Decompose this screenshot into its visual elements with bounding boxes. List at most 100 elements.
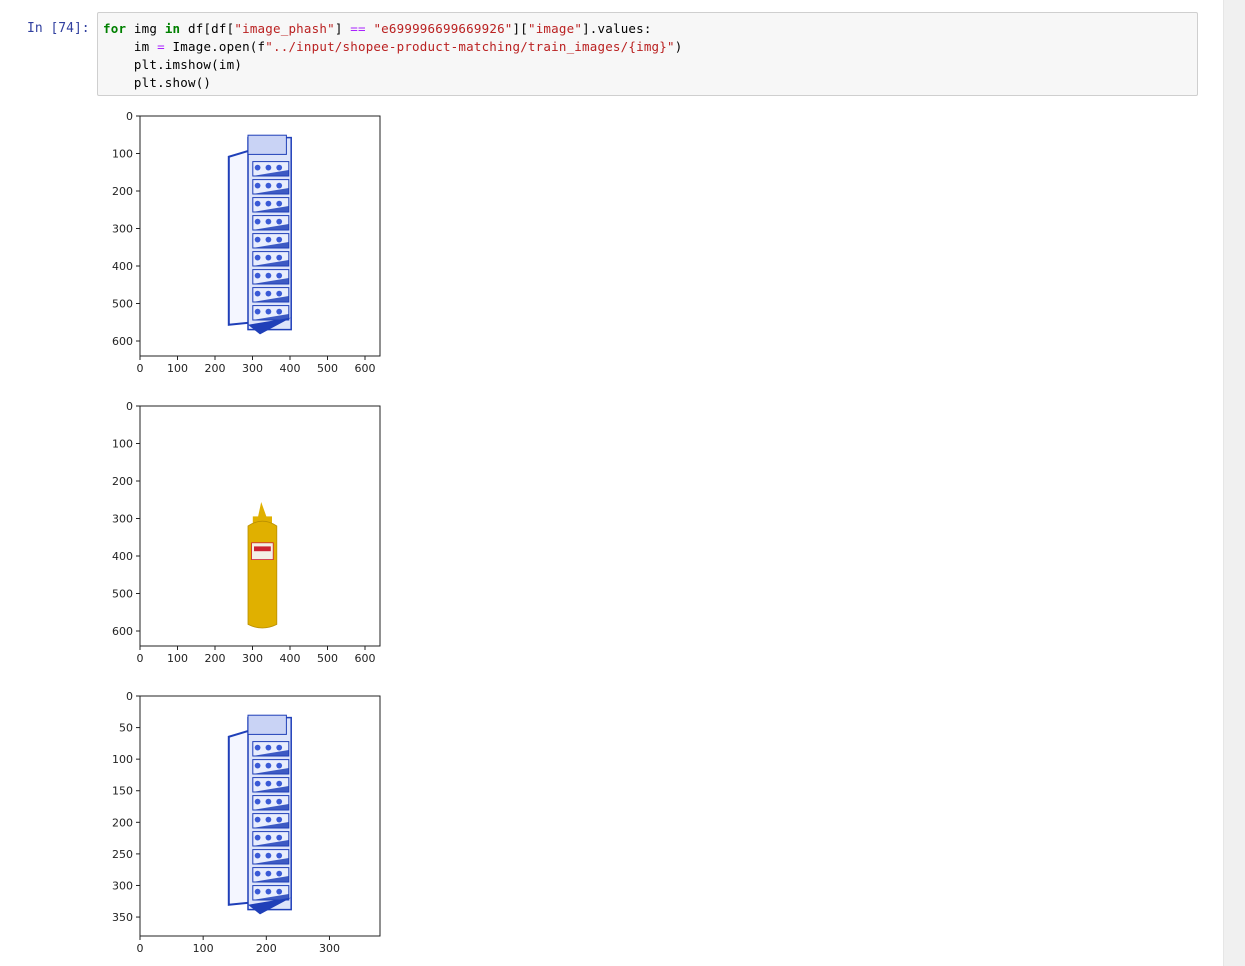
rack-pattern-dot [265,254,272,261]
rack-pattern-dot [254,852,261,859]
y-tick-label: 400 [112,260,133,273]
code-cell[interactable]: for img in df[df["image_phash"] == "e699… [97,12,1198,96]
image-content [227,134,292,335]
code-token: df[df[ [180,21,235,36]
rack-pattern-dot [276,308,283,315]
rack-pattern-dot [276,164,283,171]
rack-pattern-dot [265,888,272,895]
rack-pattern-dot [276,200,283,207]
rack-pattern-dot [276,218,283,225]
y-tick-label: 100 [112,753,133,766]
rack-pattern-dot [265,852,272,859]
x-tick-label: 100 [167,362,188,375]
y-tick-label: 50 [119,722,133,735]
rack-pattern-dot [254,308,261,315]
y-tick-label: 500 [112,298,133,311]
y-tick-label: 250 [112,848,133,861]
rack-pattern-dot [254,762,261,769]
y-tick-label: 300 [112,513,133,526]
x-tick-label: 300 [319,942,340,955]
rack-pattern-dot [265,870,272,877]
rack-pattern-dot [265,816,272,823]
rack-pattern-dot [265,182,272,189]
code-token: im [103,39,158,54]
rack-pattern-dot [254,744,261,751]
y-tick-label: 0 [126,690,133,703]
x-tick-label: 400 [280,362,301,375]
rack-top [247,714,287,735]
x-tick-label: 0 [137,362,144,375]
code-token: ] [334,21,351,36]
y-tick-label: 600 [112,335,133,348]
y-tick-label: 200 [112,185,133,198]
rack-pattern-dot [265,744,272,751]
code-token: plt.show() [103,75,212,90]
rack-pattern-dot [254,816,261,823]
code-token: img [126,21,165,36]
code-token: Image.open(f [164,39,266,54]
code-token: ].values: [582,21,652,36]
x-tick-label: 300 [242,652,263,665]
x-tick-label: 100 [193,942,214,955]
rack-pattern-dot [254,272,261,279]
rack-pattern-dot [265,164,272,171]
code-string: "e699996699669926" [373,21,513,36]
y-tick-label: 300 [112,223,133,236]
code-line: plt.show() [103,74,682,92]
y-tick-label: 500 [112,588,133,601]
y-tick-label: 300 [112,879,133,892]
rack-pattern-dot [265,780,272,787]
rack-pattern-dot [276,182,283,189]
rack-pattern-dot [265,218,272,225]
cell-prompt: In [74]: [27,21,90,36]
output-figure: 0 100 200 300 400 500 600 0 100 200 300 400 500 600 [112,110,381,375]
rack-pattern-dot [265,290,272,297]
y-tick-label: 0 [126,110,133,123]
x-tick-label: 600 [355,652,376,665]
x-tick-label: 0 [137,942,144,955]
code-operator: = [157,39,165,54]
x-tick-label: 500 [317,362,338,375]
rack-pattern-dot [254,254,261,261]
bottle-label-band [254,546,271,552]
rack-pattern-dot [276,852,283,859]
image-content [227,714,292,915]
code-token: plt.imshow(im) [103,57,243,72]
rack-pattern-dot [276,762,283,769]
code-string: "image" [527,21,583,36]
page-scrollbar[interactable] [1223,0,1245,966]
notebook-page: In [74]: for img in df[df["image_phash"]… [0,0,1245,966]
rack-pattern-dot [265,762,272,769]
code-operator: == [350,21,366,36]
rack-pattern-dot [276,888,283,895]
output-figure: 0 100 200 300 400 500 600 0 100 200 300 400 500 600 [112,400,381,665]
rack-pattern-dot [276,236,283,243]
rack-pattern-dot [265,272,272,279]
rack-pattern-dot [254,236,261,243]
rack-pattern-dot [265,834,272,841]
code-line: plt.imshow(im) [103,56,682,74]
x-tick-label: 500 [317,652,338,665]
y-tick-label: 200 [112,475,133,488]
rack-pattern-dot [254,218,261,225]
rack-pattern-dot [254,290,261,297]
code-editor[interactable]: for img in df[df["image_phash"] == "e699… [103,20,682,92]
rack-pattern-dot [254,182,261,189]
rack-pattern-dot [254,888,261,895]
y-tick-label: 0 [126,400,133,413]
y-tick-label: 400 [112,550,133,563]
y-tick-label: 100 [112,148,133,161]
output-figure: 0 100 200 300 0 50 100 150 200 250 300 350 [112,690,381,955]
y-tick-label: 350 [112,911,133,924]
rack-pattern-dot [254,200,261,207]
rack-pattern-dot [276,272,283,279]
rack-pattern-dot [276,834,283,841]
rack-pattern-dot [265,308,272,315]
x-tick-label: 100 [167,652,188,665]
y-tick-label: 200 [112,816,133,829]
rack-pattern-dot [254,780,261,787]
code-token: ) [674,39,683,54]
rack-pattern-dot [276,254,283,261]
y-tick-label: 150 [112,785,133,798]
x-tick-label: 300 [242,362,263,375]
